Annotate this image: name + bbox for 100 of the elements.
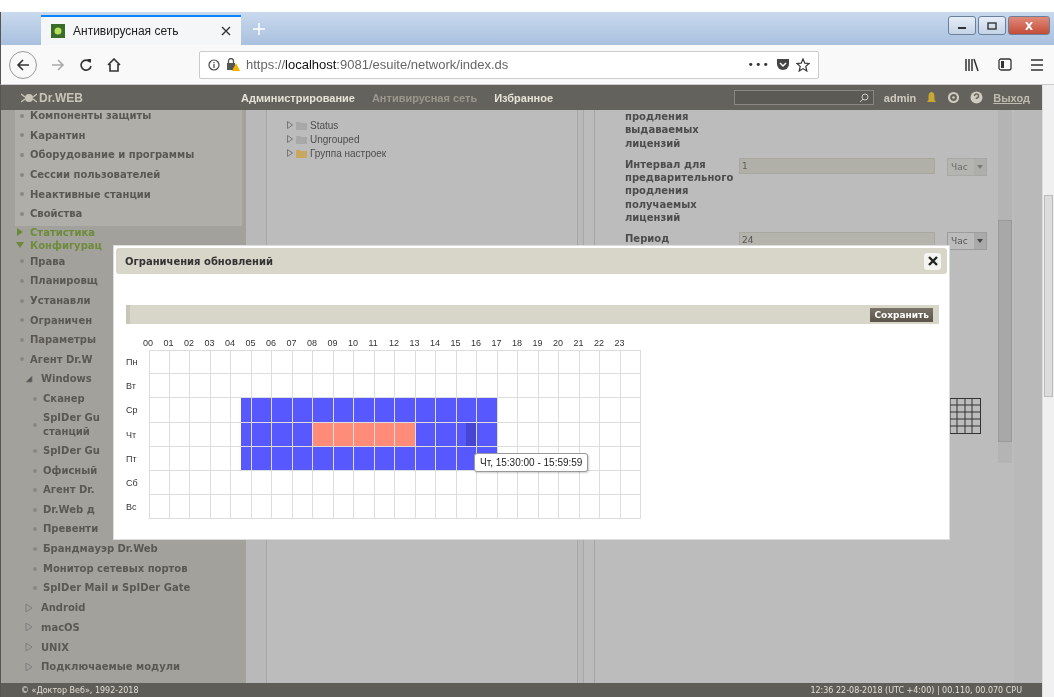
schedule-cell[interactable] [190, 495, 211, 520]
schedule-cell[interactable] [333, 446, 354, 471]
schedule-cell[interactable] [538, 350, 559, 375]
schedule-cell[interactable] [436, 422, 457, 447]
sidebar-item[interactable]: Параметры [30, 334, 96, 346]
collapsed-arrow-icon[interactable] [25, 662, 33, 671]
schedule-cell[interactable] [497, 495, 518, 520]
collapsed-arrow-icon[interactable] [25, 623, 33, 632]
sidebar-item[interactable]: Компоненты защиты [30, 110, 152, 122]
schedule-cell[interactable] [620, 350, 641, 375]
sidebar-item[interactable]: Dr.Web д [43, 502, 95, 517]
schedule-cell[interactable] [600, 374, 621, 399]
schedule-cell[interactable] [190, 350, 211, 375]
schedule-cell[interactable] [149, 422, 170, 447]
schedule-cell[interactable] [559, 495, 580, 520]
schedule-cell[interactable] [395, 495, 416, 520]
sidebar-item[interactable]: Подключаемые модули [41, 661, 180, 673]
schedule-cell[interactable] [251, 422, 272, 447]
schedule-cell[interactable] [456, 422, 477, 447]
schedule-cell[interactable] [169, 470, 190, 496]
schedule-cell[interactable] [190, 446, 211, 471]
new-tab-icon[interactable] [253, 23, 265, 35]
schedule-cell[interactable] [149, 374, 170, 399]
schedule-cell[interactable] [415, 350, 436, 375]
schedule-cell[interactable] [354, 398, 375, 423]
schedule-cell[interactable] [518, 422, 539, 447]
sidebar-section[interactable]: Статистика [30, 226, 95, 238]
schedule-cell[interactable] [456, 398, 477, 423]
schedule-cell[interactable] [620, 398, 641, 423]
sidebar-item[interactable]: Превенти [43, 522, 99, 537]
menu-icon[interactable] [1030, 58, 1044, 71]
close-icon[interactable] [927, 256, 938, 266]
schedule-cell[interactable] [292, 446, 313, 471]
schedule-cell[interactable] [395, 350, 416, 375]
schedule-cell[interactable] [600, 495, 621, 520]
schedule-cell[interactable] [333, 350, 354, 375]
sidebar-item[interactable]: Офисный [43, 463, 98, 478]
schedule-cell[interactable] [600, 350, 621, 375]
schedule-cell[interactable] [600, 398, 621, 423]
schedule-cell[interactable] [169, 446, 190, 471]
schedule-cell[interactable] [456, 350, 477, 375]
schedule-cell[interactable] [477, 495, 498, 520]
schedule-cell[interactable] [251, 470, 272, 496]
schedule-cell[interactable] [292, 495, 313, 520]
help-icon[interactable] [970, 91, 984, 104]
bell-icon[interactable] [926, 91, 938, 104]
close-icon[interactable] [221, 26, 231, 36]
settings-icon[interactable] [947, 91, 961, 104]
schedule-cell[interactable] [272, 495, 293, 520]
schedule-cell[interactable] [559, 374, 580, 399]
reload-icon[interactable] [79, 57, 93, 72]
minimize-button[interactable] [948, 16, 976, 35]
schedule-cell[interactable] [292, 470, 313, 496]
schedule-cell[interactable] [231, 446, 252, 471]
schedule-cell[interactable] [313, 398, 334, 423]
schedule-cell[interactable] [415, 422, 436, 447]
schedule-cell[interactable] [272, 398, 293, 423]
schedule-cell[interactable] [169, 495, 190, 520]
schedule-cell[interactable] [518, 350, 539, 375]
schedule-cell[interactable] [600, 470, 621, 496]
schedule-cell[interactable] [538, 398, 559, 423]
schedule-cell[interactable] [415, 398, 436, 423]
sidebar-item[interactable]: Планировщ [30, 275, 98, 287]
schedule-cell[interactable] [272, 350, 293, 375]
schedule-cell[interactable] [210, 374, 231, 399]
sidebar-item[interactable]: Карантин [30, 129, 86, 141]
schedule-cell[interactable] [169, 350, 190, 375]
schedule-cell[interactable] [313, 495, 334, 520]
schedule-cell[interactable] [497, 422, 518, 447]
sidebar-item[interactable]: UNIX [41, 641, 69, 653]
schedule-cell[interactable] [149, 470, 170, 496]
schedule-cell[interactable] [149, 398, 170, 423]
tree-item[interactable]: Ungrouped [310, 133, 360, 145]
schedule-cell[interactable] [313, 422, 334, 447]
schedule-cell[interactable] [190, 422, 211, 447]
nav-link[interactable]: Администрирование [241, 91, 355, 104]
schedule-cell[interactable] [374, 470, 395, 496]
schedule-cell[interactable] [374, 350, 395, 375]
schedule-cell[interactable] [210, 470, 231, 496]
schedule-cell[interactable] [620, 422, 641, 447]
star-icon[interactable] [796, 57, 810, 72]
home-icon[interactable] [107, 57, 121, 72]
schedule-cell[interactable] [272, 470, 293, 496]
schedule-cell[interactable] [579, 495, 600, 520]
schedule-cell[interactable] [415, 495, 436, 520]
page-actions-menu[interactable]: ••• [747, 58, 770, 71]
tree-item[interactable]: Группа настроек [310, 147, 387, 159]
schedule-cell[interactable] [251, 495, 272, 520]
sidebar-item[interactable]: Брандмауэр Dr.Web [43, 542, 158, 557]
schedule-cell[interactable] [477, 422, 498, 447]
schedule-cell[interactable] [456, 495, 477, 520]
sidebar-item[interactable]: Сканер [43, 391, 85, 406]
schedule-cell[interactable] [292, 350, 313, 375]
save-button[interactable]: Сохранить [870, 307, 933, 322]
schedule-cell[interactable] [436, 446, 457, 471]
collapsed-arrow-icon[interactable] [16, 228, 24, 237]
sidebar-item[interactable]: Права [30, 255, 66, 267]
unit-dropdown[interactable]: Час [947, 232, 987, 251]
tree-item[interactable]: Status [310, 119, 339, 131]
forward-icon[interactable] [51, 57, 65, 72]
